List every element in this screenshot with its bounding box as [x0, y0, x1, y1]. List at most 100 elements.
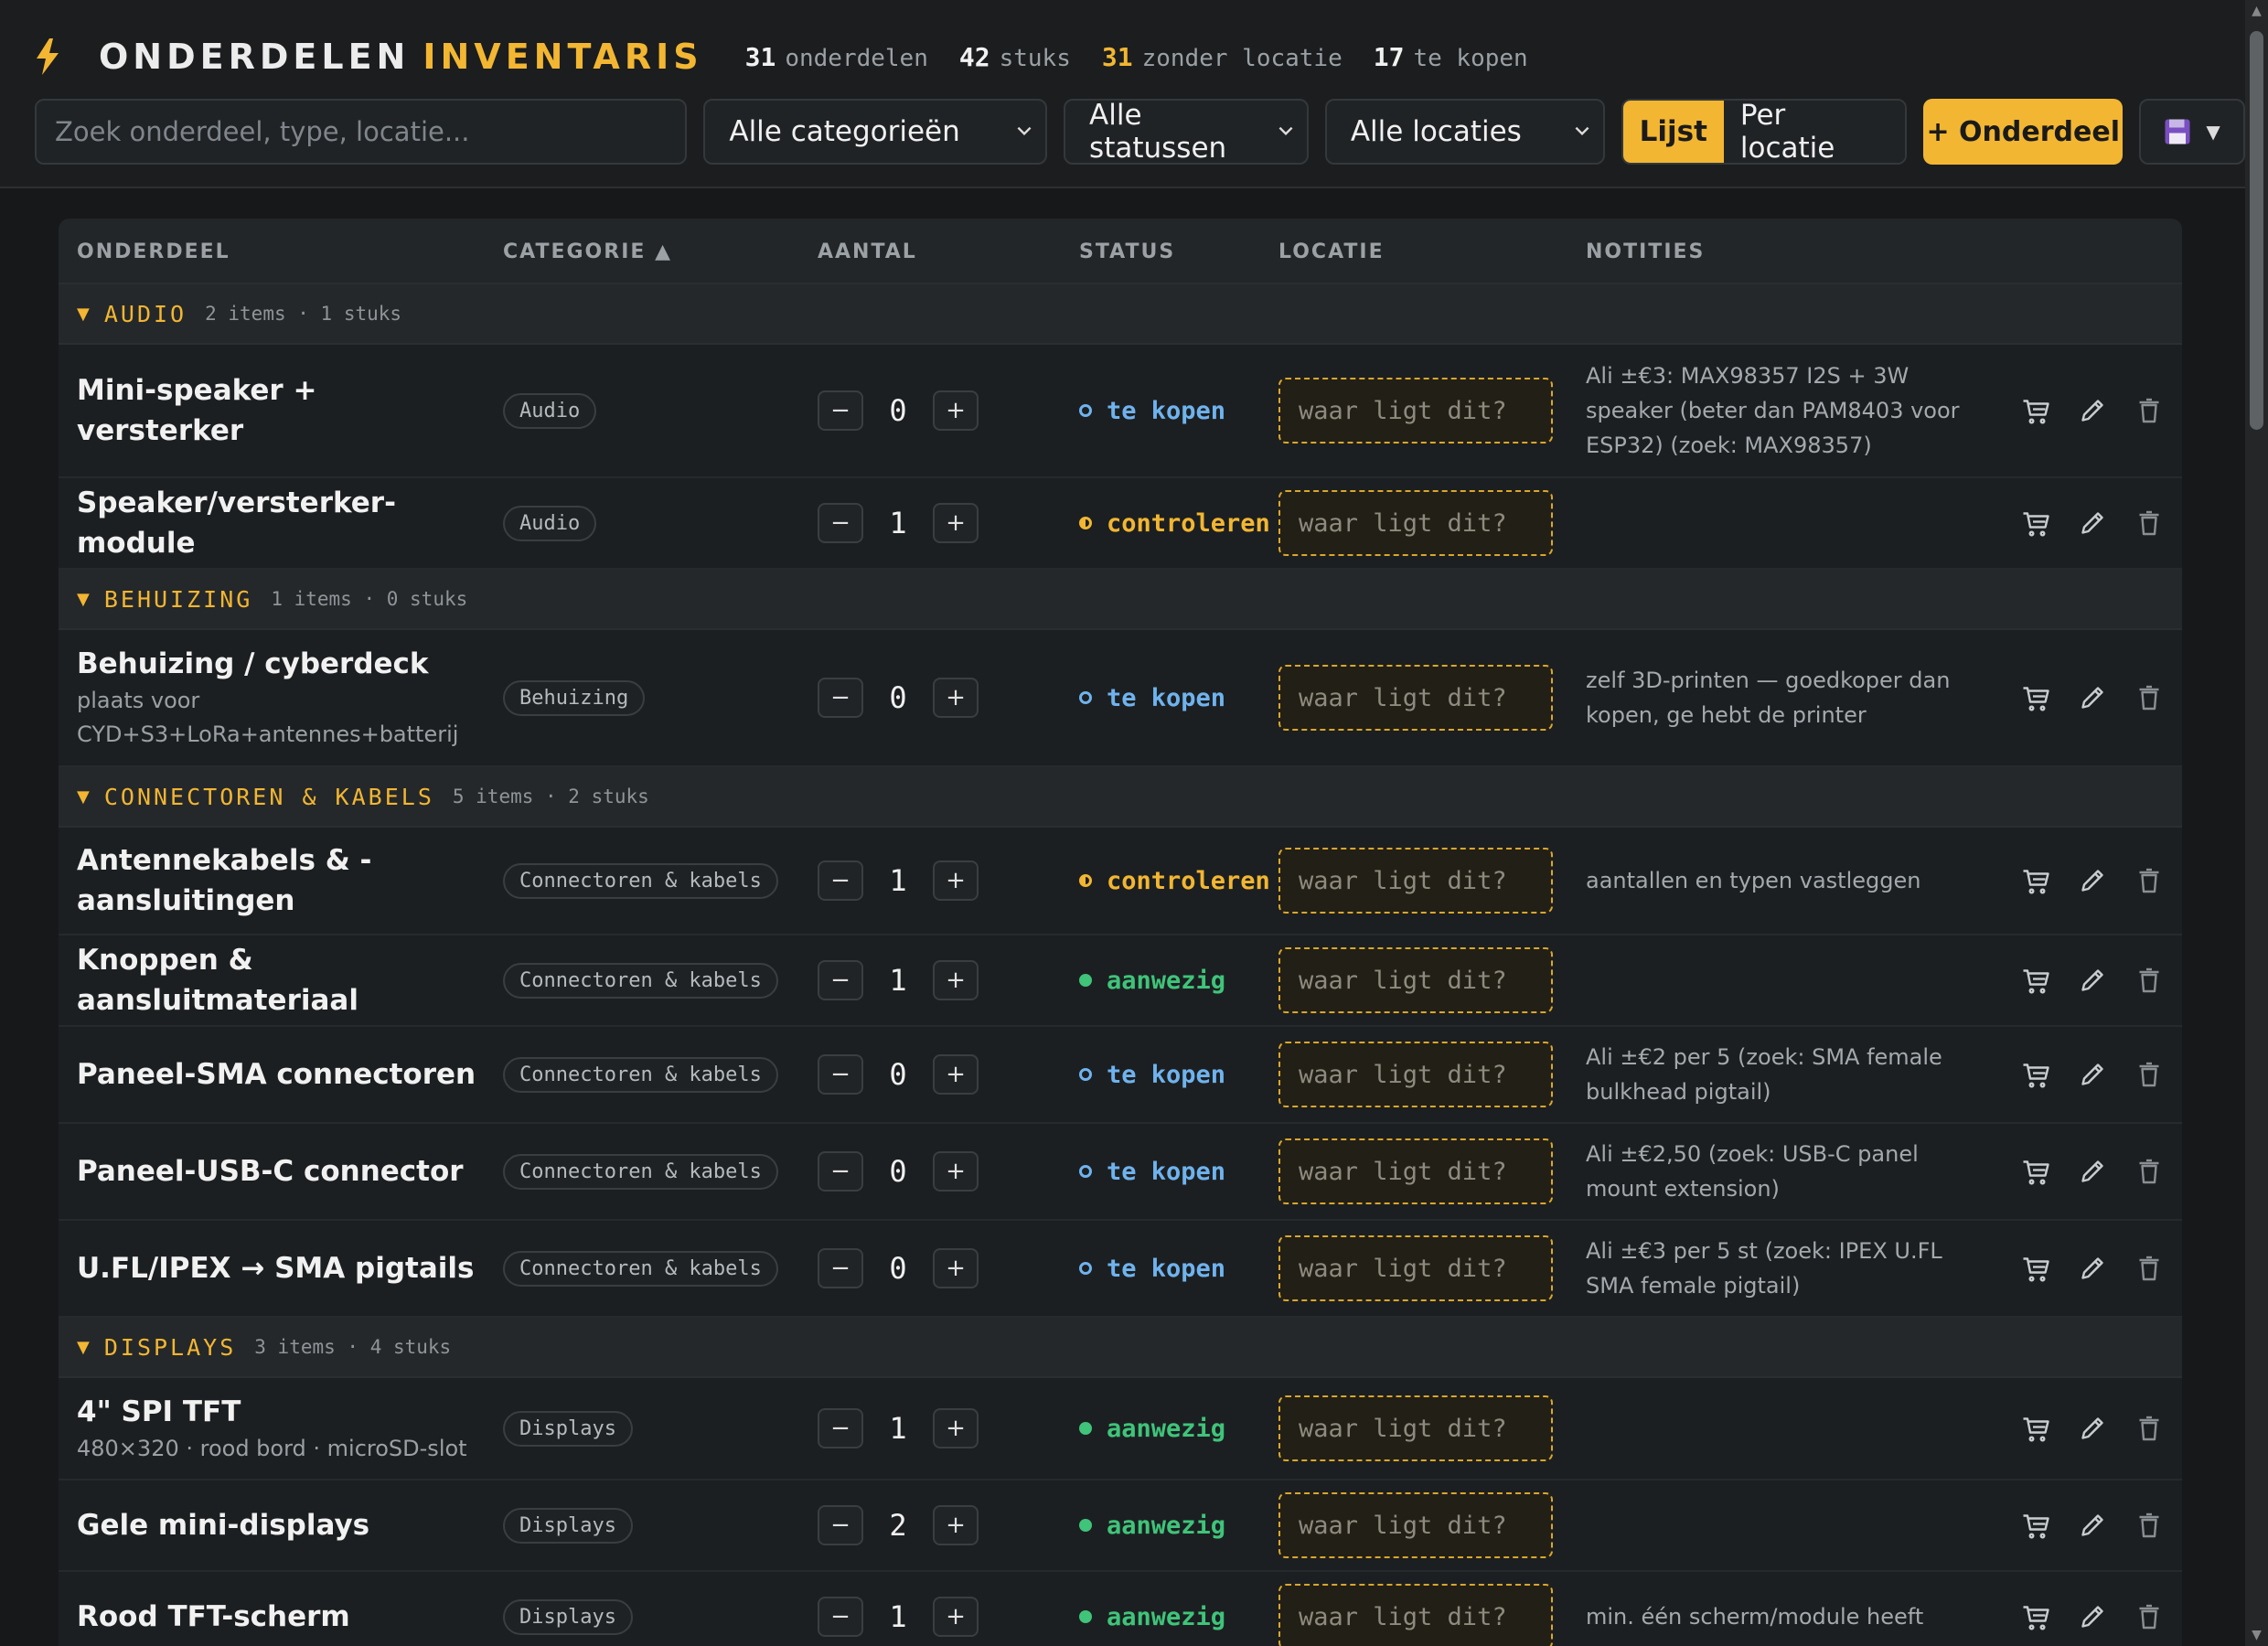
decrease-quantity-button[interactable]: −	[818, 678, 863, 718]
status-select[interactable]: aanwezig	[1079, 1480, 1299, 1570]
increase-quantity-button[interactable]: +	[933, 1248, 979, 1288]
decrease-quantity-button[interactable]: −	[818, 1597, 863, 1637]
status-select[interactable]: te kopen	[1079, 1124, 1299, 1219]
increase-quantity-button[interactable]: +	[933, 860, 979, 901]
category-cell: Audio	[503, 478, 597, 568]
group-header[interactable]: ▼ CONNECTOREN & KABELS 5 items · 2 stuks	[59, 767, 2182, 828]
view-per-location-button[interactable]: Per locatie	[1723, 101, 1906, 163]
add-part-button[interactable]: + Onderdeel	[1923, 99, 2124, 165]
location-input[interactable]	[1278, 1042, 1553, 1107]
location-input[interactable]	[1278, 665, 1553, 731]
status-select[interactable]: aanwezig	[1079, 1572, 1299, 1646]
edit-button[interactable]	[2076, 1600, 2109, 1633]
col-status[interactable]: STATUS	[1079, 219, 1175, 284]
decrease-quantity-button[interactable]: −	[818, 503, 863, 543]
add-to-cart-button[interactable]	[2019, 1058, 2052, 1091]
decrease-quantity-button[interactable]: −	[818, 1054, 863, 1095]
delete-button[interactable]	[2133, 1252, 2166, 1285]
delete-button[interactable]	[2133, 1412, 2166, 1445]
edit-button[interactable]	[2076, 1252, 2109, 1285]
delete-button[interactable]	[2133, 864, 2166, 897]
add-to-cart-button[interactable]	[2019, 1155, 2052, 1188]
add-to-cart-button[interactable]	[2019, 1509, 2052, 1542]
delete-button[interactable]	[2133, 394, 2166, 427]
scrollbar[interactable]: ▲ ▼	[2245, 0, 2268, 1646]
location-filter-select[interactable]: Alle locaties	[1324, 99, 1605, 165]
location-input[interactable]	[1278, 1584, 1553, 1646]
add-to-cart-button[interactable]	[2019, 1252, 2052, 1285]
delete-button[interactable]	[2133, 1600, 2166, 1633]
status-select[interactable]: te kopen	[1079, 345, 1299, 476]
increase-quantity-button[interactable]: +	[933, 1151, 979, 1192]
delete-button[interactable]	[2133, 1509, 2166, 1542]
edit-button[interactable]	[2076, 864, 2109, 897]
add-to-cart-button[interactable]	[2019, 1412, 2052, 1445]
location-input[interactable]	[1278, 947, 1553, 1013]
col-onderdeel[interactable]: ONDERDEEL	[77, 219, 230, 284]
save-menu-button[interactable]: ▼	[2139, 99, 2246, 165]
group-header[interactable]: ▼ AUDIO 2 items · 1 stuks	[59, 284, 2182, 345]
status-select[interactable]: aanwezig	[1079, 1378, 1299, 1479]
status-select[interactable]: te kopen	[1079, 1221, 1299, 1316]
location-input[interactable]	[1278, 1138, 1553, 1204]
edit-button[interactable]	[2076, 964, 2109, 997]
scroll-down-arrow-icon[interactable]: ▼	[2245, 1624, 2268, 1646]
add-to-cart-button[interactable]	[2019, 1600, 2052, 1633]
add-to-cart-button[interactable]	[2019, 681, 2052, 714]
increase-quantity-button[interactable]: +	[933, 960, 979, 1000]
delete-button[interactable]	[2133, 507, 2166, 540]
increase-quantity-button[interactable]: +	[933, 1597, 979, 1637]
edit-button[interactable]	[2076, 1412, 2109, 1445]
location-input[interactable]	[1278, 1395, 1553, 1461]
decrease-quantity-button[interactable]: −	[818, 860, 863, 901]
location-input[interactable]	[1278, 1235, 1553, 1301]
location-input[interactable]	[1278, 1492, 1553, 1558]
col-locatie[interactable]: LOCATIE	[1278, 219, 1385, 284]
decrease-quantity-button[interactable]: −	[818, 1505, 863, 1545]
status-filter-select[interactable]: Alle statussen	[1064, 99, 1309, 165]
edit-button[interactable]	[2076, 681, 2109, 714]
edit-button[interactable]	[2076, 1509, 2109, 1542]
edit-button[interactable]	[2076, 1155, 2109, 1188]
group-header[interactable]: ▼ BEHUIZING 1 items · 0 stuks	[59, 570, 2182, 630]
scrollbar-thumb[interactable]	[2250, 31, 2263, 430]
add-to-cart-button[interactable]	[2019, 507, 2052, 540]
decrease-quantity-button[interactable]: −	[818, 960, 863, 1000]
status-select[interactable]: aanwezig	[1079, 935, 1299, 1025]
col-aantal[interactable]: AANTAL	[818, 219, 917, 284]
add-to-cart-button[interactable]	[2019, 394, 2052, 427]
delete-button[interactable]	[2133, 1155, 2166, 1188]
col-notities[interactable]: NOTITIES	[1586, 219, 1705, 284]
location-input[interactable]	[1278, 848, 1553, 914]
view-list-button[interactable]: Lijst	[1622, 101, 1724, 163]
delete-button[interactable]	[2133, 964, 2166, 997]
increase-quantity-button[interactable]: +	[933, 1505, 979, 1545]
scroll-up-arrow-icon[interactable]: ▲	[2245, 0, 2268, 22]
edit-button[interactable]	[2076, 1058, 2109, 1091]
location-input[interactable]	[1278, 490, 1553, 556]
search-input[interactable]	[35, 99, 688, 165]
decrease-quantity-button[interactable]: −	[818, 1151, 863, 1192]
delete-button[interactable]	[2133, 1058, 2166, 1091]
increase-quantity-button[interactable]: +	[933, 390, 979, 431]
decrease-quantity-button[interactable]: −	[818, 1248, 863, 1288]
status-select[interactable]: controleren	[1079, 478, 1299, 568]
increase-quantity-button[interactable]: +	[933, 1408, 979, 1448]
edit-button[interactable]	[2076, 507, 2109, 540]
add-to-cart-button[interactable]	[2019, 964, 2052, 997]
status-select[interactable]: controleren	[1079, 828, 1299, 934]
decrease-quantity-button[interactable]: −	[818, 390, 863, 431]
edit-button[interactable]	[2076, 394, 2109, 427]
category-filter-select[interactable]: Alle categorieën	[703, 99, 1048, 165]
increase-quantity-button[interactable]: +	[933, 678, 979, 718]
decrease-quantity-button[interactable]: −	[818, 1408, 863, 1448]
increase-quantity-button[interactable]: +	[933, 1054, 979, 1095]
group-header[interactable]: ▼ DISPLAYS 3 items · 4 stuks	[59, 1318, 2182, 1378]
col-categorie[interactable]: CATEGORIE ▲	[503, 219, 672, 284]
location-input[interactable]	[1278, 378, 1553, 444]
delete-button[interactable]	[2133, 681, 2166, 714]
status-select[interactable]: te kopen	[1079, 630, 1299, 765]
add-to-cart-button[interactable]	[2019, 864, 2052, 897]
increase-quantity-button[interactable]: +	[933, 503, 979, 543]
status-select[interactable]: te kopen	[1079, 1027, 1299, 1122]
